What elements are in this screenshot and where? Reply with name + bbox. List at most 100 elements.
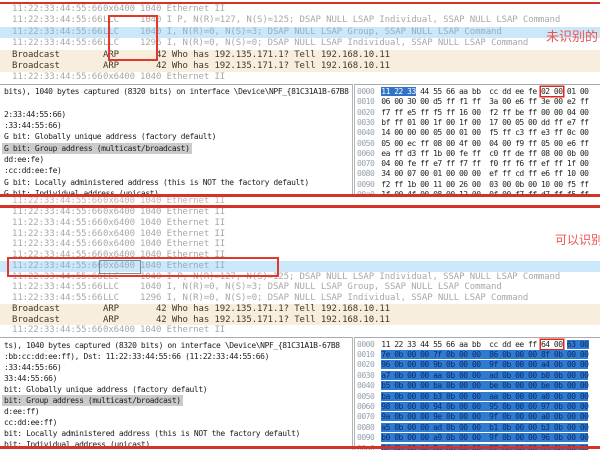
- hex-bytes-selected: a5 0b 00 00 ad 0b 00 00 b1 0b 00 00 b3 0…: [381, 423, 588, 432]
- packet-row[interactable]: BroadcastARP 42 Who has 192.135.171.1? T…: [0, 61, 600, 72]
- packet-row[interactable]: 11:22:33:44:55:660x6400 1040 Ethernet II: [0, 325, 600, 336]
- detail-line-selected[interactable]: bit: Group address (multicast/broadcast): [2, 395, 183, 406]
- packet-cell-proto: 0x6400: [103, 229, 135, 240]
- hex-row[interactable]: 0040b5 0b 00 00 ba 0b 00 00 be 0b 00 00 …: [357, 381, 588, 391]
- hex-row[interactable]: 004014 00 00 00 05 00 01 00 f5 ff c3 ff …: [357, 128, 588, 138]
- packet-row[interactable]: 11:22:33:44:55:66LLC1040 I, N(R)=0, N(S)…: [0, 27, 600, 38]
- hex-bytes: 01 00: [563, 87, 589, 96]
- packet-cell-info: 42 Who has 192.135.171.1? Tell 192.168.1…: [140, 315, 390, 326]
- packet-cell-time: 11:22:33:44:55:66: [12, 38, 102, 49]
- detail-line[interactable]: 2:33:44:55:66): [2, 109, 68, 120]
- hex-bytes: 06 00 30 00 d5 ff f1 ff 3a 00 e6 ff 3e 0…: [381, 97, 588, 106]
- hex-offset: 0040: [357, 381, 374, 390]
- packet-row[interactable]: 11:22:33:44:55:66LLC1296 I, N(R)=0, N(S)…: [0, 293, 600, 304]
- packet-row[interactable]: 11:22:33:44:55:66LLC1040 I, N(R)=0, N(S)…: [0, 282, 600, 293]
- hex-bytes: 05 00 ec ff 08 00 4f 00 04 00 f9 ff 05 0…: [381, 139, 588, 148]
- annotation-box-selected-row: [7, 257, 279, 277]
- detail-line[interactable]: G bit: Locally administered address (thi…: [2, 177, 311, 188]
- packet-cell-proto: 0x6400: [103, 207, 135, 218]
- hex-bytes: 04 00 fe ff e7 ff f7 ff f0 ff f6 ff ef f…: [381, 159, 588, 168]
- hex-row[interactable]: 0020f7 ff e5 ff f5 ff 16 00 f2 ff be ff …: [357, 108, 588, 118]
- hex-bytes-selected: ba 0b 00 00 b3 0b 00 00 aa 0b 00 00 a0 0…: [381, 392, 588, 401]
- hex-row[interactable]: 00107e 0b 00 00 7f 0b 00 00 86 0b 00 00 …: [357, 350, 588, 360]
- detail-line[interactable]: G bit: Globally unique address (factory …: [2, 131, 218, 142]
- focus-box-protocol-cell: [99, 260, 141, 274]
- packet-cell-proto: LLC: [103, 293, 119, 304]
- hex-row[interactable]: 005005 00 ec ff 08 00 4f 00 04 00 f9 ff …: [357, 139, 588, 149]
- packet-cell-info: 1040 Ethernet II: [140, 207, 225, 218]
- hex-offset: 0030: [357, 371, 374, 380]
- packet-row[interactable]: BroadcastARP 42 Who has 192.135.171.1? T…: [0, 315, 600, 326]
- detail-line[interactable]: :33:44:55:66): [2, 362, 63, 373]
- detail-line[interactable]: :cc:dd:ee:fe): [2, 165, 63, 176]
- packet-cell-info: 1296 I, N(R)=0, N(S)=0; DSAP NULL LSAP I…: [140, 293, 528, 304]
- hex-offset: 0000: [357, 340, 374, 349]
- hex-row[interactable]: 001006 00 30 00 d5 ff f1 ff 3a 00 e6 ff …: [357, 97, 588, 107]
- detail-line[interactable]: bits), 1040 bytes captured (8320 bits) o…: [2, 86, 350, 97]
- hex-offset: 0000: [357, 87, 374, 96]
- packet-row[interactable]: BroadcastARP 42 Who has 192.135.171.1? T…: [0, 50, 600, 61]
- annotation-label-unrecognized: 未识别的: [546, 26, 598, 45]
- annotation-box-llc-column: [108, 15, 158, 61]
- hex-bytes-red-boxed: 64 00: [541, 340, 563, 349]
- packet-cell-time: 11:22:33:44:55:66: [12, 4, 102, 15]
- packet-cell-time: 11:22:33:44:55:66: [12, 207, 102, 218]
- hex-row[interactable]: 000011 22 33 44 55 66 aa bb cc dd ee fe …: [357, 87, 588, 97]
- hex-row[interactable]: 000011 22 33 44 55 66 aa bb cc dd ee ff …: [357, 340, 589, 350]
- hex-offset: 0020: [357, 360, 374, 369]
- hex-row[interactable]: 0050ba 0b 00 00 b3 0b 00 00 aa 0b 00 00 …: [357, 392, 588, 402]
- packet-row[interactable]: 11:22:33:44:55:660x64001040 Ethernet II: [0, 4, 600, 15]
- packet-row[interactable]: 11:22:33:44:55:66LLC1296 I, N(R)=0, N(S)…: [0, 38, 600, 49]
- hex-row[interactable]: 008034 00 07 00 01 00 00 00 ef ff cd ff …: [357, 169, 588, 179]
- packet-cell-info: 1296 I, N(R)=0, N(S)=0; DSAP NULL LSAP I…: [140, 38, 528, 49]
- packet-cell-proto: 0x6400: [103, 239, 135, 250]
- packet-cell-info: 1040 I, N(R)=0, N(S)=3; DSAP NULL LSAP G…: [140, 27, 502, 38]
- detail-line-selected[interactable]: G bit: Group address (multicast/broadcas…: [2, 143, 192, 154]
- hex-bytes: bf ff 01 00 1f 00 1f 00 17 00 05 00 dd f…: [381, 118, 588, 127]
- packet-cell-info: 1040 Ethernet II: [140, 229, 225, 240]
- packet-row[interactable]: 11:22:33:44:55:660x64001040 Ethernet II: [0, 218, 600, 229]
- hex-offset: 0070: [357, 159, 374, 168]
- hex-offset: 0030: [357, 118, 374, 127]
- hex-row[interactable]: 0030 bf ff 01 00 1f 00 1f 00 17 00 05 00 …: [357, 118, 588, 128]
- hex-offset: 0080: [357, 423, 374, 432]
- detail-line[interactable]: :33:44:55:66): [2, 120, 63, 131]
- hex-bytes-selected: 96 0b 00 00 9b 0b 00 00 9f 0b 00 00 a4 0…: [381, 360, 588, 369]
- hex-row[interactable]: 0020 96 0b 00 00 9b 0b 00 00 9f 0b 00 00 …: [357, 360, 588, 370]
- packet-row[interactable]: 11:22:33:44:55:660x64001040 Ethernet II: [0, 72, 600, 83]
- packet-row[interactable]: 11:22:33:44:55:660x64001040 Ethernet II: [0, 239, 600, 250]
- hex-row[interactable]: 00709a 0b 00 00 9e 0b 00 00 9f 0b 00 00 …: [357, 412, 588, 422]
- packet-row[interactable]: BroadcastARP 42 Who has 192.135.171.1? T…: [0, 304, 600, 315]
- packet-cell-time: 11:22:33:44:55:66: [12, 325, 102, 336]
- hex-bytes: 44 55 66 aa bb cc dd ee fe: [416, 87, 541, 96]
- annotation-red-line-bottom: [0, 446, 600, 449]
- detail-line[interactable]: 33:44:55:66): [2, 373, 59, 384]
- packet-row[interactable]: 11:22:33:44:55:660x6400 1040 Ethernet II: [0, 207, 600, 218]
- detail-line[interactable]: ts), 1040 bytes captured (8320 bits) on …: [2, 340, 342, 351]
- packet-cell-time: Broadcast: [12, 50, 60, 61]
- detail-line[interactable]: dd:ee:fe): [2, 154, 46, 165]
- hex-offset: 0090: [357, 180, 374, 189]
- hex-row[interactable]: 0090 f2 ff 1b 00 11 00 26 00 03 00 0b 00 …: [357, 180, 588, 190]
- hex-row[interactable]: 006098 0b 00 00 94 0b 00 00 95 0b 00 00 …: [357, 402, 588, 412]
- detail-line[interactable]: d:ee:ff): [2, 406, 41, 417]
- annotation-red-line-divider-lower: [0, 205, 600, 208]
- detail-line[interactable]: bit: Locally administered address (this …: [2, 428, 302, 439]
- hex-row[interactable]: 0030a7 0b 00 00 aa 0b 00 00 ad 0b 00 00 …: [357, 371, 588, 381]
- detail-line[interactable]: :bb:cc:dd:ee:ff), Dst: 11:22:33:44:55:66…: [2, 351, 271, 362]
- hex-bytes: f2 ff 1b 00 11 00 26 00 03 00 0b 00 10 0…: [381, 180, 588, 189]
- hex-row[interactable]: 0080 a5 0b 00 00 ad 0b 00 00 b1 0b 00 00 …: [357, 423, 588, 433]
- hex-row[interactable]: 0060ea ff d3 ff 1b 00 fe ff c0 ff de ff …: [357, 149, 588, 159]
- packet-row[interactable]: 11:22:33:44:55:66LLC1040 I P, N(R)=127, …: [0, 15, 600, 26]
- packet-cell-info: 42 Who has 192.135.171.1? Tell 192.168.1…: [140, 50, 390, 61]
- hex-row[interactable]: 0070 04 00 fe ff e7 ff f7 ff f0 ff f6 ff …: [357, 159, 588, 169]
- packet-cell-info: 1040 Ethernet II: [140, 325, 225, 336]
- packet-cell-proto: LLC: [103, 282, 119, 293]
- hex-row[interactable]: 0090b0 0b 00 00 a9 0b 00 00 9f 0b 00 00 …: [357, 433, 588, 443]
- detail-line[interactable]: cc:dd:ee:ff): [2, 417, 59, 428]
- packet-cell-proto: 0x6400: [103, 72, 135, 83]
- packet-cell-proto: 0x6400: [103, 325, 135, 336]
- detail-line[interactable]: bit: Globally unique address (factory de…: [2, 384, 209, 395]
- packet-row[interactable]: 11:22:33:44:55:660x64001040 Ethernet II: [0, 229, 600, 240]
- packet-cell-time: 11:22:33:44:55:66: [12, 218, 102, 229]
